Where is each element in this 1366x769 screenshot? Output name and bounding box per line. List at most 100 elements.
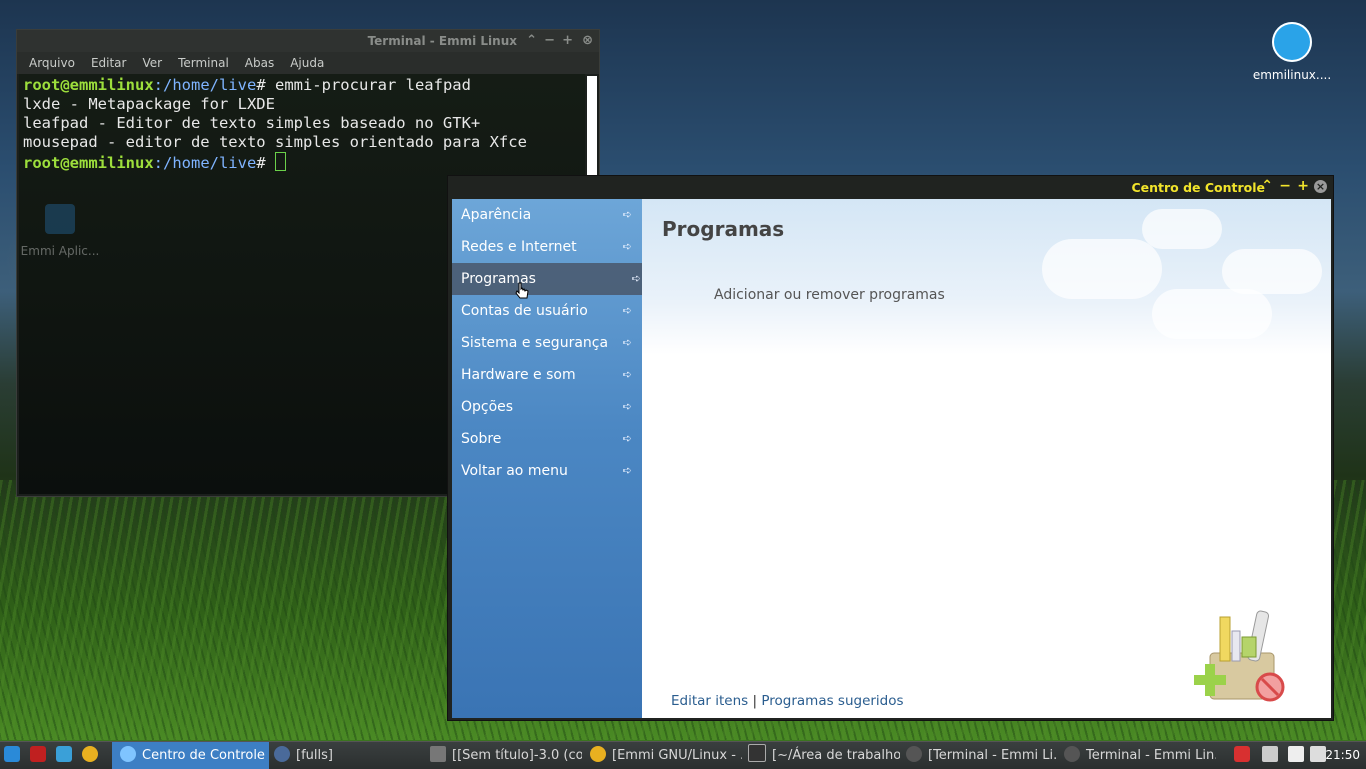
output-line: mousepad - editor de texto simples orien… — [23, 133, 527, 151]
cloud-decoration — [1222, 249, 1322, 294]
menu-ajuda[interactable]: Ajuda — [282, 52, 332, 74]
taskbar-item-label: [~/Área de trabalho... — [772, 748, 900, 763]
sidebar-item-aparencia[interactable]: Aparência ➪ — [452, 199, 642, 231]
notification-icon[interactable] — [1288, 742, 1308, 769]
sidebar-item-label: Opções — [461, 399, 514, 415]
sidebar-item-label: Contas de usuário — [461, 303, 588, 319]
arrow-right-icon: ➪ — [622, 208, 632, 221]
minimize-icon[interactable]: − — [1279, 178, 1291, 194]
terminal-launcher-icon[interactable] — [30, 742, 50, 769]
menu-ver[interactable]: Ver — [134, 52, 170, 74]
arrow-right-icon: ➪ — [622, 240, 632, 253]
control-center-window[interactable]: Centro de Controle ⌃ − + × Aparência ➪ Re… — [447, 175, 1334, 721]
taskbar-item-label: Terminal - Emmi Lin... — [1086, 748, 1216, 763]
prompt-symbol: # — [256, 76, 275, 94]
taskbar-item-label: [fulls] — [296, 748, 333, 763]
app-icon — [45, 204, 75, 234]
arrow-right-icon: ➪ — [622, 304, 632, 317]
control-center-icon — [120, 746, 136, 762]
file-manager-launcher-icon[interactable] — [56, 742, 76, 769]
sidebar-item-sobre[interactable]: Sobre ➪ — [452, 423, 642, 455]
cloud-decoration — [1142, 209, 1222, 249]
taskbar-item-label: Centro de Controle — [142, 748, 265, 763]
taskbar-item-emmi-browser[interactable]: [Emmi GNU/Linux - ... — [590, 742, 742, 769]
taskbar-item-label: [Terminal - Emmi Li... — [928, 748, 1058, 763]
arrow-right-icon: ➪ — [622, 464, 632, 477]
footer-links: Editar itens | Programas sugeridos — [671, 693, 904, 709]
shade-icon[interactable]: ⌃ — [526, 33, 537, 48]
terminal-title: Terminal - Emmi Linux — [367, 34, 517, 48]
cloud-decoration — [1042, 239, 1162, 299]
text-cursor — [274, 152, 286, 171]
close-icon[interactable]: ⊗ — [582, 33, 593, 48]
sidebar-item-sistema[interactable]: Sistema e segurança ➪ — [452, 327, 642, 359]
desktop-icon-emmilinux[interactable]: emmilinux.... — [1248, 22, 1336, 82]
desktop-icon-emmi-aplic[interactable]: Emmi Aplic... — [20, 204, 100, 258]
prompt-user: root@emmilinux — [23, 154, 154, 172]
footer-separator: | — [752, 693, 758, 709]
terminal-menubar: Arquivo Editar Ver Terminal Abas Ajuda — [17, 52, 599, 74]
emmilinux-logo-icon — [1272, 22, 1312, 62]
terminal-icon — [748, 744, 766, 762]
prompt-path: :/home/live — [153, 154, 257, 172]
maximize-icon[interactable]: + — [562, 33, 573, 48]
menu-abas[interactable]: Abas — [237, 52, 282, 74]
menu-launcher-icon[interactable] — [4, 742, 24, 769]
sidebar-item-voltar[interactable]: Voltar ao menu ➪ — [452, 455, 642, 487]
taskbar-item-terminal-1[interactable]: [Terminal - Emmi Li... — [906, 742, 1058, 769]
arrow-right-icon: ➪ — [622, 400, 632, 413]
page-title: Programas — [662, 217, 785, 241]
taskbar-item-terminal-2[interactable]: Terminal - Emmi Lin... — [1064, 742, 1216, 769]
app-icon — [274, 746, 290, 762]
sidebar-item-hardware[interactable]: Hardware e som ➪ — [452, 359, 642, 391]
control-center-titlebar[interactable]: Centro de Controle ⌃ − + × — [448, 176, 1333, 198]
output-line: lxde - Metapackage for LXDE — [23, 95, 275, 113]
mouse-pointer-icon — [515, 282, 529, 299]
taskbar-item-label: [Emmi GNU/Linux - ... — [612, 748, 742, 763]
prompt-user: root@emmilinux — [23, 76, 154, 94]
shade-icon[interactable]: ⌃ — [1261, 178, 1273, 194]
taskbar-item-area-de-trabalho[interactable]: [~/Área de trabalho... — [748, 742, 900, 769]
sidebar-item-label: Hardware e som — [461, 367, 576, 383]
browser-launcher-icon[interactable] — [82, 742, 102, 769]
suggested-programs-link[interactable]: Programas sugeridos — [761, 693, 903, 709]
menu-editar[interactable]: Editar — [83, 52, 135, 74]
terminal-icon — [906, 746, 922, 762]
minimize-icon[interactable]: − — [544, 33, 555, 48]
maximize-icon[interactable]: + — [1297, 178, 1309, 194]
terminal-icon — [1064, 746, 1080, 762]
cloud-decoration — [1152, 289, 1272, 339]
control-center-sidebar: Aparência ➪ Redes e Internet ➪ Programas ➪ … — [452, 199, 651, 718]
edit-items-link[interactable]: Editar itens — [671, 693, 748, 709]
browser-icon — [590, 746, 606, 762]
clock[interactable]: 21:50 — [1325, 742, 1360, 769]
menu-arquivo[interactable]: Arquivo — [21, 52, 83, 74]
taskbar: Centro de Controle [fulls] [[Sem título]… — [0, 741, 1366, 769]
sidebar-item-redes[interactable]: Redes e Internet ➪ — [452, 231, 642, 263]
arrow-right-icon: ➪ — [631, 272, 641, 285]
app-icon — [430, 746, 446, 762]
sidebar-item-label: Aparência — [461, 207, 532, 223]
add-remove-programs-link[interactable]: Adicionar ou remover programas — [714, 287, 945, 303]
sidebar-item-opcoes[interactable]: Opções ➪ — [452, 391, 642, 423]
software-box-icon — [1194, 610, 1285, 702]
sidebar-item-label: Sistema e segurança — [461, 335, 609, 351]
output-line: leafpad - Editor de texto simples basead… — [23, 114, 481, 132]
taskbar-item-sem-titulo[interactable]: [[Sem título]-3.0 (co... — [430, 742, 582, 769]
terminal-titlebar[interactable]: Terminal - Emmi Linux ⌃ − + ⊗ — [17, 30, 599, 52]
close-icon[interactable]: × — [1314, 180, 1327, 193]
removable-drive-icon[interactable] — [1262, 742, 1282, 769]
menu-terminal[interactable]: Terminal — [170, 52, 237, 74]
taskbar-item-centro-de-controle[interactable]: Centro de Controle — [112, 742, 269, 769]
sidebar-item-label: Redes e Internet — [461, 239, 577, 255]
sidebar-item-contas[interactable]: Contas de usuário ➪ — [452, 295, 642, 327]
sidebar-item-programas[interactable]: Programas ➪ — [452, 263, 651, 295]
taskbar-item-fulls[interactable]: [fulls] — [274, 742, 424, 769]
sidebar-item-label: Sobre — [461, 431, 502, 447]
prompt-symbol: # — [256, 154, 275, 172]
control-center-title: Centro de Controle — [1131, 180, 1265, 195]
volume-icon[interactable] — [1234, 742, 1254, 769]
arrow-right-icon: ➪ — [622, 432, 632, 445]
taskbar-item-label: [[Sem título]-3.0 (co... — [452, 748, 582, 763]
arrow-right-icon: ➪ — [622, 336, 632, 349]
